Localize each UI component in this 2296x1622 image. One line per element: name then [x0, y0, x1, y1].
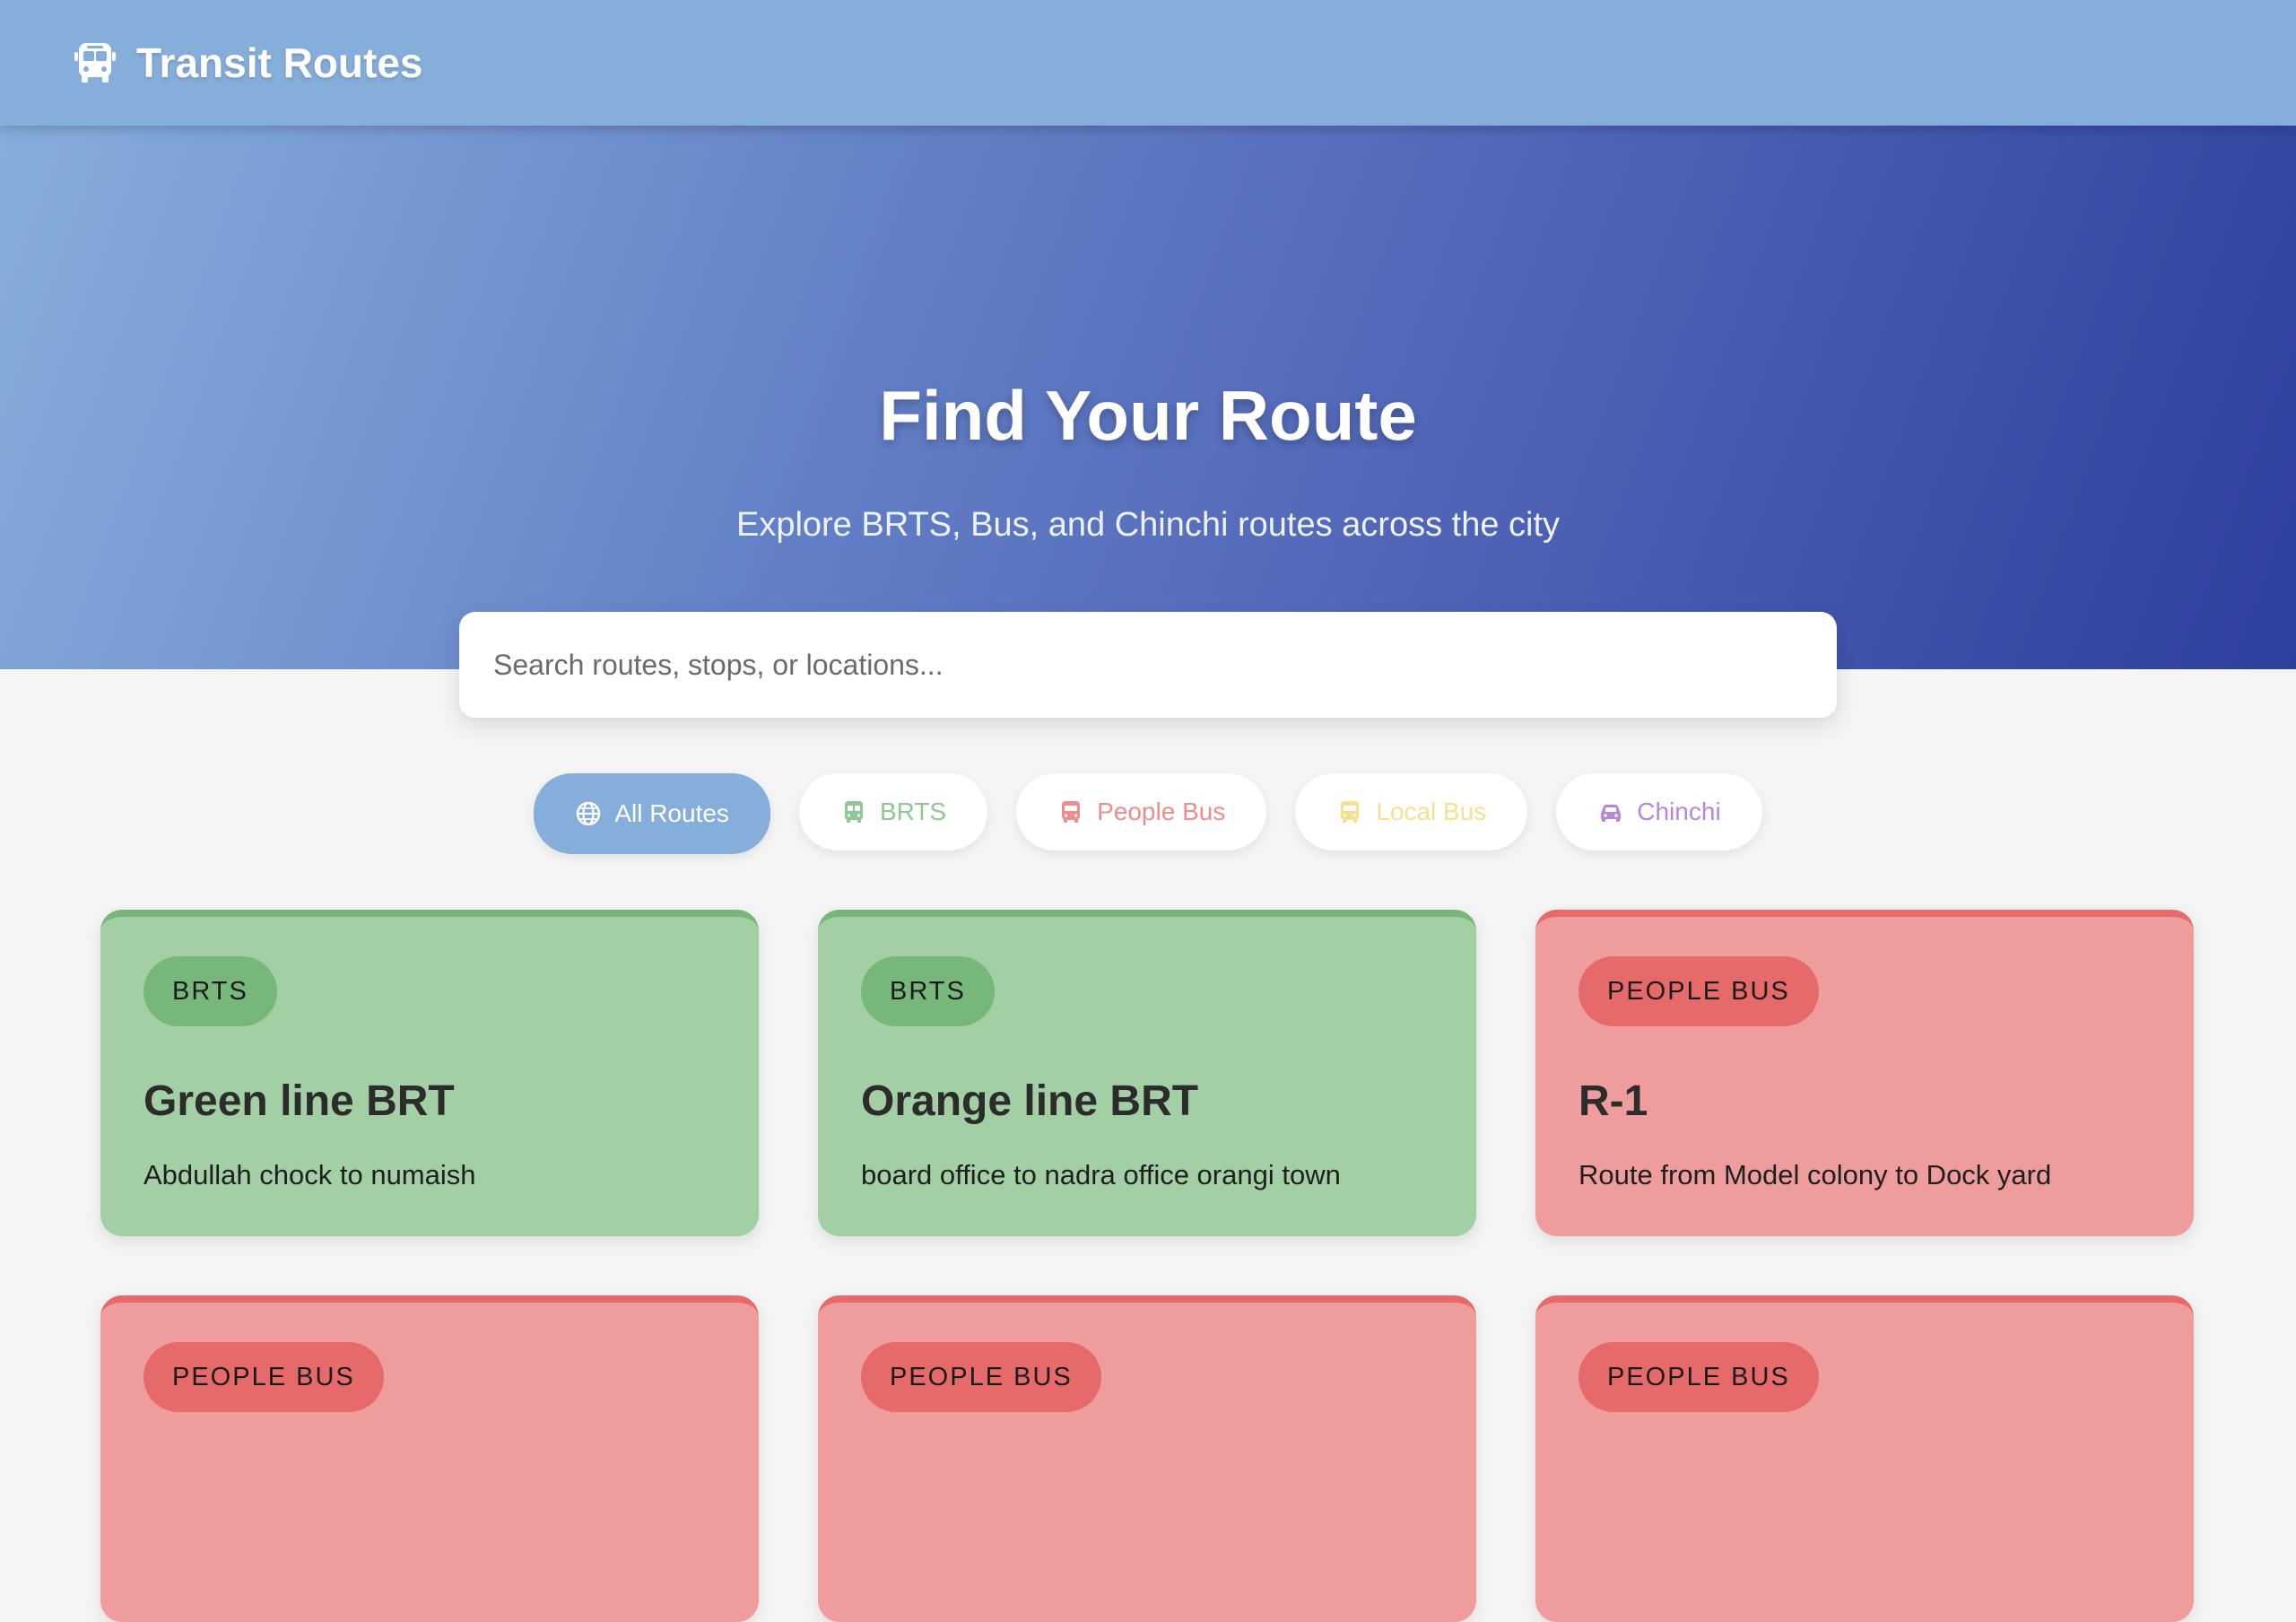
- hero-section: Find Your Route Explore BRTS, Bus, and C…: [0, 126, 2296, 669]
- hero-title: Find Your Route: [879, 376, 1417, 455]
- route-description: board office to nadra office orangi town: [861, 1159, 1341, 1190]
- hero-subtitle: Explore BRTS, Bus, and Chinchi routes ac…: [735, 506, 1561, 544]
- route-title: R-1: [1578, 1077, 1648, 1125]
- route-card[interactable]: PEOPLE BUS: [818, 1295, 1476, 1622]
- bus-icon: [74, 43, 116, 83]
- route-description: Abdullah chock to numaish: [144, 1159, 476, 1190]
- navbar: Transit Routes: [0, 0, 2296, 126]
- globe-icon: [577, 801, 601, 826]
- filter-bar: All Routes BRTS People Bus Local Bus Chi…: [0, 773, 2296, 854]
- filter-local-bus[interactable]: Local Bus: [1295, 773, 1528, 850]
- bus-icon: [1062, 801, 1081, 823]
- route-type-badge: PEOPLE BUS: [1578, 956, 1819, 1026]
- route-title: Green line BRT: [144, 1077, 455, 1125]
- route-card[interactable]: PEOPLE BUS R-1 Route from Model colony t…: [1535, 910, 2194, 1236]
- filter-label: Chinchi: [1637, 798, 1721, 825]
- filter-people-bus[interactable]: People Bus: [1016, 773, 1267, 850]
- route-type-badge: BRTS: [861, 956, 995, 1026]
- search-box: [459, 612, 1837, 718]
- filter-brts[interactable]: BRTS: [798, 773, 988, 850]
- route-card[interactable]: BRTS Green line BRT Abdullah chock to nu…: [100, 910, 759, 1236]
- search-input[interactable]: [493, 648, 1803, 682]
- app-title: Transit Routes: [136, 39, 423, 86]
- route-title: Orange line BRT: [861, 1077, 1199, 1125]
- route-type-badge: PEOPLE BUS: [861, 1342, 1101, 1412]
- route-card[interactable]: PEOPLE BUS: [1535, 1295, 2194, 1622]
- route-type-badge: PEOPLE BUS: [1578, 1342, 1819, 1412]
- filter-all-routes[interactable]: All Routes: [534, 773, 770, 854]
- route-card[interactable]: PEOPLE BUS: [100, 1295, 759, 1622]
- route-type-badge: PEOPLE BUS: [144, 1342, 384, 1412]
- bus-icon: [1341, 801, 1360, 823]
- filter-label: People Bus: [1097, 798, 1226, 825]
- bus-icon: [844, 801, 863, 823]
- filter-label: BRTS: [879, 798, 947, 825]
- route-card[interactable]: BRTS Orange line BRT board office to nad…: [818, 910, 1476, 1236]
- route-type-badge: BRTS: [144, 956, 277, 1026]
- route-grid: BRTS Green line BRT Abdullah chock to nu…: [100, 910, 2196, 1622]
- filter-label: Local Bus: [1376, 798, 1487, 825]
- car-icon: [1601, 805, 1622, 822]
- filter-label: All Routes: [614, 799, 729, 827]
- filter-chinchi[interactable]: Chinchi: [1556, 773, 1762, 850]
- route-description: Route from Model colony to Dock yard: [1578, 1159, 2052, 1190]
- brand[interactable]: Transit Routes: [72, 39, 423, 87]
